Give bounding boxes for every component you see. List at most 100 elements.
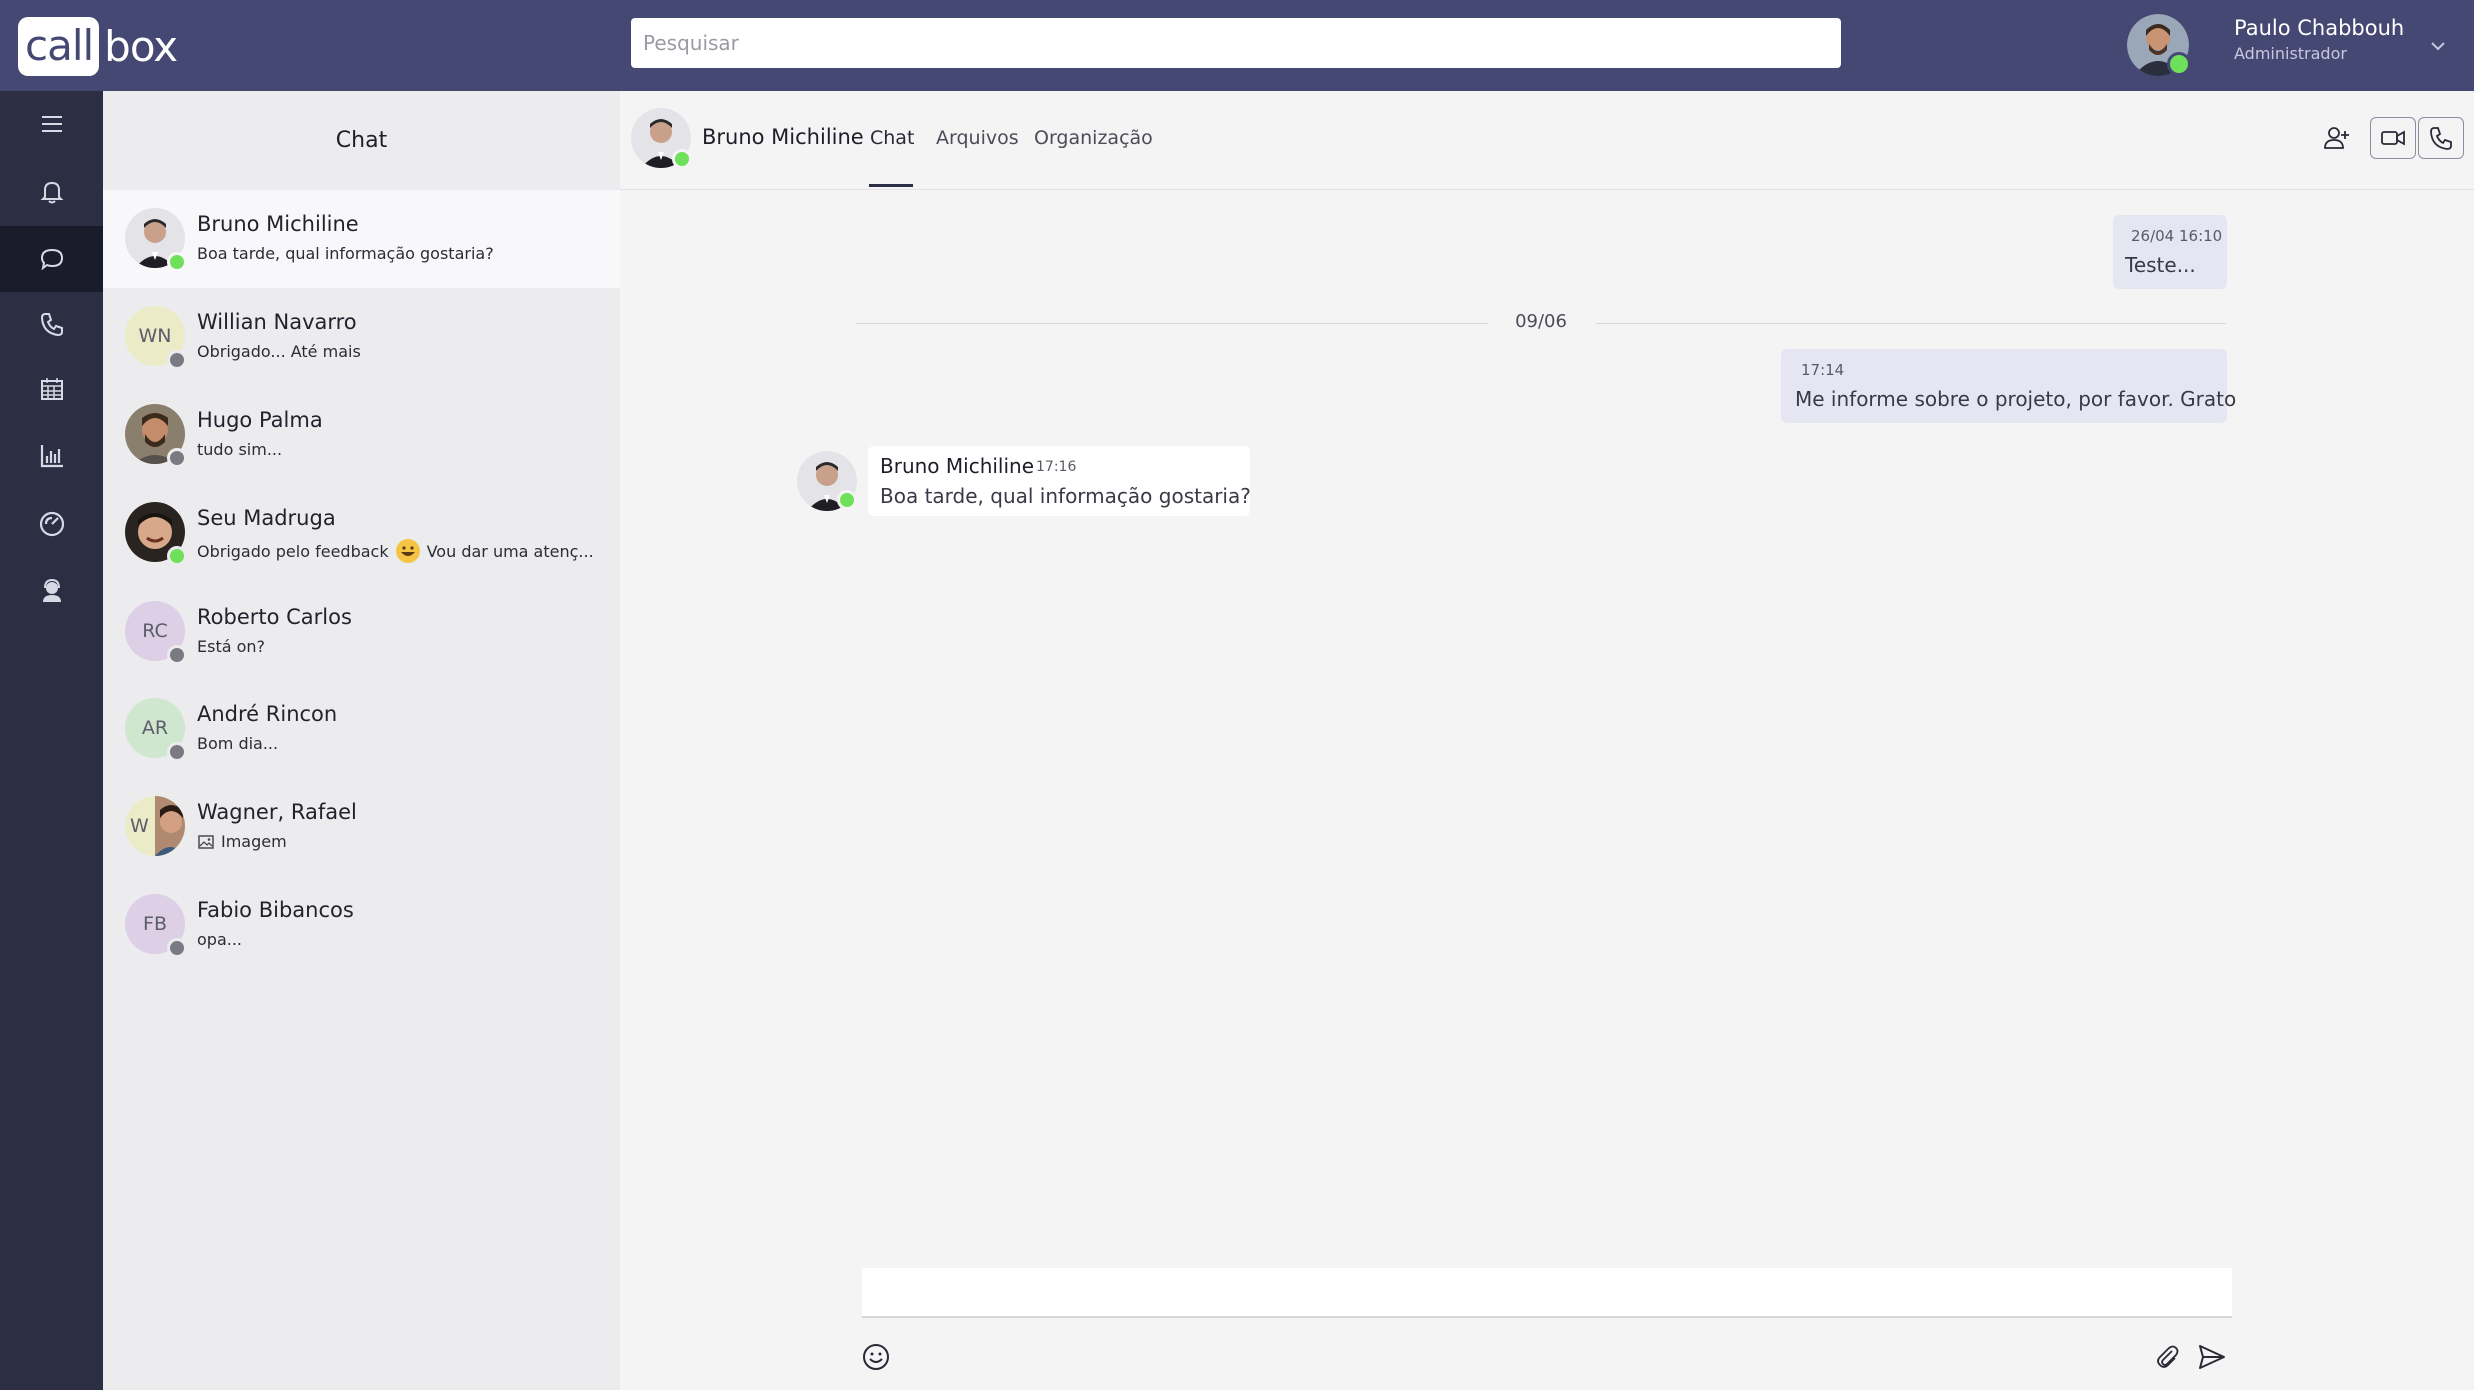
- message-bubble-outgoing: 17:14 Me informe sobre o projeto, por fa…: [1781, 349, 2236, 423]
- send-button[interactable]: [2195, 1340, 2229, 1374]
- contact-name: Willian Navarro: [197, 310, 357, 334]
- message-timestamp: 17:16: [1036, 459, 1077, 475]
- group-avatar: W: [125, 796, 185, 856]
- status-offline-indicator: [167, 938, 187, 958]
- menu-icon: [41, 116, 62, 132]
- contact-name: Roberto Carlos: [197, 605, 352, 629]
- contact-avatar-initials: W: [130, 815, 149, 837]
- calendar-icon: [40, 378, 63, 400]
- image-icon: [198, 834, 214, 849]
- contact-last-message: Boa tarde, qual informação gostaria?: [197, 244, 494, 263]
- contact-last-message: tudo sim...: [197, 440, 283, 459]
- bar-chart-icon: [40, 445, 63, 468]
- tab-chat[interactable]: Chat: [870, 127, 914, 149]
- contact-item[interactable]: Hugo Palma tudo sim...: [103, 386, 620, 484]
- emoji-button[interactable]: [859, 1340, 893, 1374]
- message-timestamp: 26/04 16:10: [2131, 227, 2223, 245]
- add-participant-button[interactable]: [2316, 117, 2358, 159]
- user-name: Paulo Chabbouh: [2234, 16, 2405, 40]
- contact-last-message-continued: Vou dar uma atenç...: [426, 541, 594, 561]
- voice-call-button[interactable]: [2418, 117, 2464, 159]
- emoji-smile-icon: [863, 1344, 889, 1370]
- chevron-down-icon[interactable]: [2428, 36, 2448, 56]
- search-input[interactable]: [631, 18, 1841, 68]
- status-online-indicator: [167, 546, 187, 566]
- tab-arquivos[interactable]: Arquivos: [936, 127, 1019, 149]
- paperclip-icon: [2157, 1345, 2179, 1368]
- contact-name: Bruno Michiline: [197, 212, 359, 236]
- status-offline-indicator: [167, 742, 187, 762]
- bell-icon: [40, 181, 63, 204]
- contact-last-message: Obrigado pelo feedback: [197, 541, 389, 561]
- chat-icon: [40, 248, 63, 271]
- left-navigation: [0, 91, 103, 1390]
- status-offline-indicator: [167, 350, 187, 370]
- attach-file-button[interactable]: [2150, 1340, 2184, 1374]
- contact-last-message: Imagem: [221, 832, 287, 851]
- contact-name: Fabio Bibancos: [197, 898, 354, 922]
- contact-last-message-row: Imagem: [197, 832, 287, 851]
- video-call-button[interactable]: [2370, 117, 2416, 159]
- message-bubble-outgoing: 26/04 16:10 Teste...: [2113, 215, 2227, 289]
- status-online-indicator: [167, 252, 187, 272]
- conversation-header: Bruno Michiline Chat Arquivos Organizaçã…: [620, 91, 2474, 190]
- message-bubble-incoming: Bruno Michiline 17:16 Boa tarde, qual in…: [868, 446, 1251, 516]
- date-divider-label: 09/06: [1515, 311, 1567, 332]
- contact-item[interactable]: AR André Rincon Bom dia...: [103, 680, 620, 778]
- message-text: Me informe sobre o projeto, por favor. G…: [1795, 387, 2237, 411]
- grinning-emoji-icon: [395, 539, 420, 563]
- agent-headset-icon: [42, 578, 61, 602]
- logo-call-text: call: [18, 17, 100, 76]
- contact-last-message: Bom dia...: [197, 734, 279, 753]
- message-input[interactable]: [862, 1268, 2232, 1318]
- callbox-logo[interactable]: call box: [18, 17, 178, 76]
- contact-last-message: opa...: [197, 930, 243, 949]
- user-role: Administrador: [2234, 44, 2347, 63]
- user-status-online: [2167, 52, 2191, 76]
- nav-calls[interactable]: [0, 291, 103, 357]
- nav-chat[interactable]: [0, 226, 103, 292]
- contact-item[interactable]: FB Fabio Bibancos opa...: [103, 876, 620, 974]
- group-member-photo: [155, 796, 185, 856]
- contact-name: Seu Madruga: [197, 506, 336, 530]
- status-online-indicator: [672, 149, 692, 169]
- conversation-contact-name: Bruno Michiline: [702, 125, 864, 149]
- message-timestamp: 17:14: [1801, 361, 1845, 379]
- top-bar: call box Paulo Chabbouh Administrador: [0, 0, 2474, 91]
- message-text: Teste...: [2125, 253, 2196, 277]
- chat-list-panel: Chat Bruno Michiline Boa tarde, qual inf…: [103, 91, 620, 1390]
- contact-last-message: Obrigado... Até mais: [197, 342, 361, 361]
- phone-icon: [2430, 127, 2452, 150]
- contact-item[interactable]: Bruno Michiline Boa tarde, qual informaç…: [103, 190, 620, 288]
- message-text: Boa tarde, qual informação gostaria?: [880, 484, 1251, 508]
- active-tab-indicator: [869, 184, 913, 187]
- contact-item[interactable]: WN Willian Navarro Obrigado... Até mais: [103, 288, 620, 386]
- status-offline-indicator: [167, 448, 187, 468]
- nav-calendar[interactable]: [0, 356, 103, 422]
- nav-dashboard[interactable]: [0, 491, 103, 557]
- status-offline-indicator: [167, 645, 187, 665]
- nav-reports[interactable]: [0, 423, 103, 489]
- contact-name: André Rincon: [197, 702, 338, 726]
- date-divider-line: [856, 323, 1488, 324]
- chat-list-title: Chat: [335, 128, 388, 153]
- nav-agents[interactable]: [0, 558, 103, 624]
- video-camera-icon: [2381, 130, 2405, 146]
- phone-icon: [40, 313, 63, 337]
- contact-item[interactable]: W Wagner, Rafael Imagem: [103, 778, 620, 876]
- send-icon: [2199, 1345, 2225, 1369]
- nav-menu[interactable]: [0, 91, 103, 157]
- logo-box-text: box: [104, 22, 178, 71]
- contact-name: Hugo Palma: [197, 408, 323, 432]
- tab-organizacao[interactable]: Organização: [1034, 127, 1153, 149]
- contact-item[interactable]: RC Roberto Carlos Está on?: [103, 583, 620, 681]
- status-online-indicator: [837, 490, 857, 510]
- contact-last-message-row: Obrigado pelo feedback Vou dar uma atenç…: [197, 538, 594, 564]
- dashboard-gauge-icon: [39, 511, 64, 537]
- add-user-icon: [2324, 127, 2349, 149]
- contact-name: Wagner, Rafael: [197, 800, 357, 824]
- date-divider-line: [1596, 323, 2226, 324]
- nav-notifications[interactable]: [0, 159, 103, 225]
- message-sender-name: Bruno Michiline: [880, 454, 1035, 478]
- contact-item[interactable]: Seu Madruga Obrigado pelo feedback Vou d…: [103, 484, 620, 582]
